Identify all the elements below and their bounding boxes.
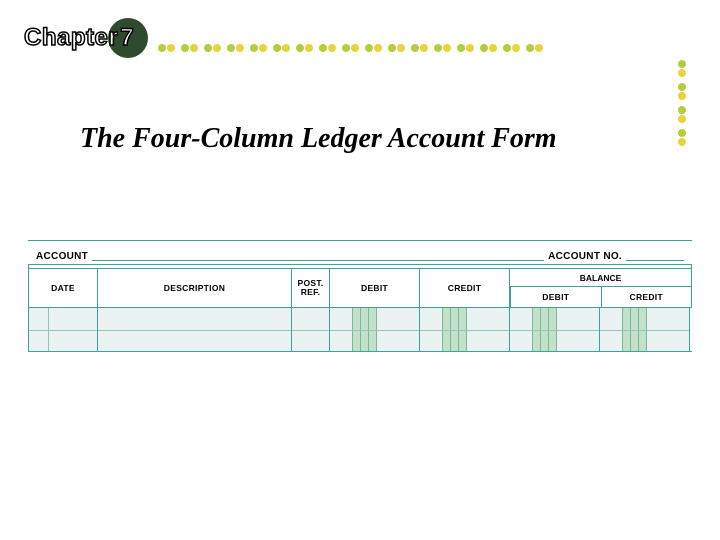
col-header-credit: CREDIT bbox=[420, 269, 510, 307]
account-label: ACCOUNT bbox=[36, 251, 88, 262]
slide-title: The Four-Column Ledger Account Form bbox=[80, 123, 620, 155]
ledger-form: ACCOUNT ACCOUNT NO. DATE DESCRIPTION POS… bbox=[28, 240, 692, 352]
body-debit bbox=[330, 308, 420, 351]
chapter-header: Chapter 7 bbox=[24, 18, 134, 58]
account-name-line bbox=[92, 260, 544, 261]
chapter-number: 7 bbox=[120, 24, 133, 52]
ledger-account-row: ACCOUNT ACCOUNT NO. bbox=[28, 240, 692, 264]
ledger-body-rows bbox=[28, 308, 692, 352]
decorative-dots-row bbox=[158, 44, 543, 52]
col-header-date: DATE bbox=[28, 269, 98, 307]
body-date bbox=[28, 308, 98, 351]
col-header-balance-group: BALANCE DEBIT CREDIT bbox=[510, 269, 692, 307]
decorative-dots-column bbox=[678, 60, 686, 146]
col-header-debit: DEBIT bbox=[330, 269, 420, 307]
col-header-description: DESCRIPTION bbox=[98, 269, 292, 307]
body-description bbox=[98, 308, 292, 351]
chapter-label: Chapter bbox=[24, 24, 118, 52]
body-balance-debit bbox=[510, 308, 600, 351]
account-no-label: ACCOUNT NO. bbox=[548, 251, 622, 262]
body-post-ref bbox=[292, 308, 330, 351]
body-credit bbox=[420, 308, 510, 351]
col-header-post-ref: POST. REF. bbox=[292, 269, 330, 307]
ledger-column-headers: DATE DESCRIPTION POST. REF. DEBIT CREDIT… bbox=[28, 268, 692, 308]
body-balance-credit bbox=[600, 308, 690, 351]
col-header-balance-debit: DEBIT bbox=[510, 287, 602, 307]
col-header-balance-credit: CREDIT bbox=[602, 287, 693, 307]
col-header-balance: BALANCE bbox=[510, 269, 692, 287]
account-no-line bbox=[626, 260, 684, 261]
